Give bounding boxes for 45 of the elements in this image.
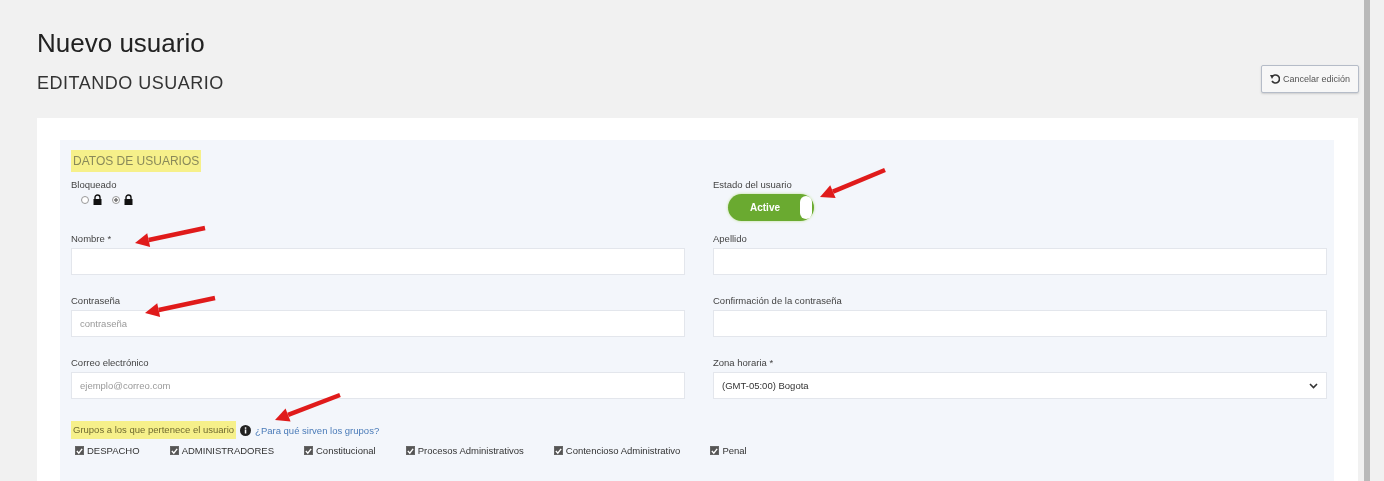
cancel-edit-button[interactable]: Cancelar edición	[1260, 65, 1359, 93]
checkbox[interactable]	[304, 446, 313, 455]
checkbox-label: Constitucional	[316, 445, 376, 456]
check-icon	[170, 446, 178, 455]
check-icon	[554, 446, 562, 455]
field-label: Nombre *	[71, 233, 113, 245]
field-label: Apellido	[713, 233, 748, 245]
lock-icon	[124, 194, 133, 205]
field-label: Confirmación de la contraseña	[713, 295, 843, 307]
page-title: Nuevo usuario	[37, 28, 206, 58]
info-icon	[240, 424, 252, 436]
undo-icon	[1269, 74, 1280, 84]
chevron-down-icon	[1309, 382, 1318, 389]
check-icon	[76, 446, 83, 455]
help-link[interactable]: ¿Para qué sirven los grupos?	[255, 424, 380, 436]
checkbox-label: ADMINISTRADORES	[181, 445, 274, 456]
checkbox-label: DESPACHO	[87, 445, 140, 456]
checkbox[interactable]	[75, 446, 84, 455]
checkbox[interactable]	[710, 446, 720, 455]
checkbox-label: Penal	[722, 445, 747, 456]
field-label: Correo electrónico	[71, 357, 150, 369]
input-field[interactable]	[713, 310, 1327, 337]
field-label: Estado del usuario	[713, 179, 793, 191]
checkbox-label: Contencioso Administrativo	[565, 445, 681, 456]
check-icon	[305, 446, 312, 455]
checkbox[interactable]	[553, 446, 563, 455]
field-label: Zona horaria *	[713, 357, 775, 369]
groups-label: Grupos a los que pertenece el usuario	[71, 421, 237, 439]
input-field[interactable]: ejemplo@correo.com	[71, 372, 685, 399]
input-field[interactable]	[713, 248, 1327, 275]
checkbox[interactable]	[405, 446, 415, 455]
checkbox-label: Procesos Administrativos	[417, 445, 524, 456]
field-label: Contraseña	[71, 295, 122, 307]
field-label: Bloqueado	[71, 179, 118, 191]
lock-icon	[93, 194, 102, 205]
check-icon	[406, 446, 414, 455]
radio-button[interactable]	[112, 195, 120, 204]
section-title: DATOS DE USUARIOS	[71, 150, 202, 172]
checkbox[interactable]	[169, 446, 179, 455]
input-field[interactable]	[71, 248, 685, 275]
radio-button[interactable]	[81, 195, 89, 204]
input-field[interactable]: contraseña	[71, 310, 685, 337]
timezone-select[interactable]: (GMT-05:00) Bogota	[713, 372, 1327, 399]
check-icon	[711, 446, 719, 455]
page-subtitle: EDITANDO USUARIO	[37, 72, 224, 94]
